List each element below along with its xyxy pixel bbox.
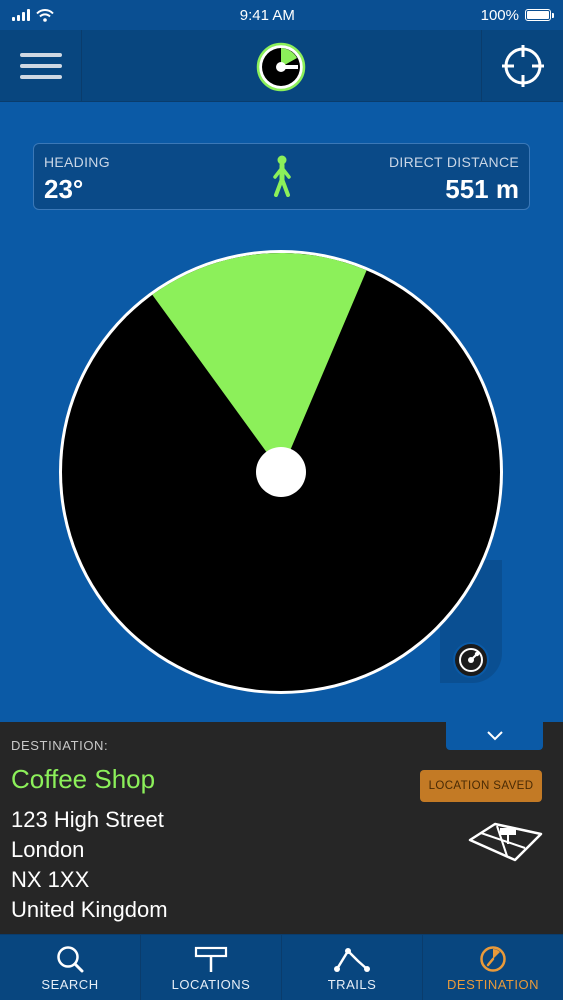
bottom-tab-bar: SEARCH LOCATIONS TRAILS DESTINATION	[0, 934, 563, 1000]
address-line: London	[11, 837, 85, 862]
location-saved-badge[interactable]: LOCATION SAVED	[420, 770, 542, 802]
trail-icon	[334, 948, 370, 972]
status-right: 100%	[480, 6, 554, 24]
search-icon	[57, 946, 84, 973]
status-time: 9:41 AM	[239, 6, 295, 24]
crosshair-icon	[501, 45, 544, 87]
status-bar: 9:41 AM 100%	[0, 0, 563, 30]
menu-button[interactable]	[0, 30, 82, 102]
radar-mode-button[interactable]	[453, 642, 489, 678]
map-icon[interactable]	[467, 816, 543, 866]
battery-icon	[524, 9, 554, 21]
wifi-icon	[36, 8, 54, 22]
status-left	[12, 8, 54, 22]
destination-address: 123 High Street London NX 1XX United Kin…	[11, 805, 168, 925]
top-nav	[0, 30, 563, 102]
tab-label: TRAILS	[327, 977, 377, 992]
destination-name: Coffee Shop	[11, 764, 156, 794]
compass-small-icon	[459, 648, 483, 672]
collapse-panel-button[interactable]	[446, 722, 543, 750]
tab-locations[interactable]: LOCATIONS	[141, 935, 282, 1000]
destination-panel: DESTINATION: Coffee Shop 123 High Street…	[0, 722, 563, 934]
tab-label: LOCATIONS	[171, 977, 251, 992]
tab-label: SEARCH	[41, 977, 99, 992]
tab-label: DESTINATION	[447, 977, 539, 992]
compass-icon	[480, 946, 506, 972]
battery-percent: 100%	[480, 6, 519, 24]
signpost-icon	[194, 946, 228, 972]
address-line: United Kingdom	[11, 897, 168, 922]
tab-trails[interactable]: TRAILS	[282, 935, 423, 1000]
tab-search[interactable]: SEARCH	[0, 935, 141, 1000]
radar-center-dot	[256, 447, 306, 497]
info-panel: HEADING 23° DIRECT DISTANCE 551 m	[33, 143, 530, 210]
tab-destination[interactable]: DESTINATION	[423, 935, 563, 1000]
app-logo-icon	[256, 42, 306, 92]
walking-person-icon	[273, 155, 291, 197]
distance-value: 551 m	[445, 174, 519, 204]
heading-label: HEADING	[44, 154, 110, 170]
hamburger-icon	[19, 53, 62, 57]
address-line: 123 High Street	[11, 807, 164, 832]
destination-label: DESTINATION:	[11, 738, 109, 753]
heading-value: 23°	[44, 174, 84, 204]
direction-radar	[59, 250, 503, 694]
chevron-down-icon	[486, 731, 503, 741]
distance-label: DIRECT DISTANCE	[389, 154, 519, 170]
locate-button[interactable]	[481, 30, 563, 102]
address-line: NX 1XX	[11, 867, 90, 892]
signal-icon	[12, 9, 30, 21]
